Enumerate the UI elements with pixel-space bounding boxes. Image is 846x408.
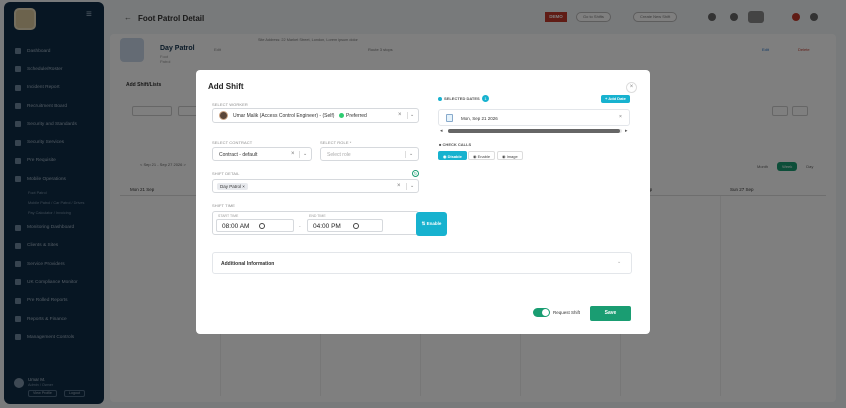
- check-calls-icon: ■: [439, 142, 442, 147]
- shift-time-label: SHIFT TIME: [212, 203, 236, 208]
- chevron-down-icon[interactable]: ⌄: [303, 151, 307, 157]
- clear-icon[interactable]: ×: [398, 112, 402, 118]
- start-time-value: 08:00 AM: [222, 223, 250, 230]
- close-icon[interactable]: ×: [626, 82, 637, 93]
- time-separator: -: [299, 224, 301, 230]
- calendar-dot-icon: [438, 97, 442, 101]
- chevron-down-icon[interactable]: ⌄: [410, 112, 414, 118]
- selected-date-value: Mon, Sep 21 2026: [461, 116, 498, 121]
- worker-select[interactable]: Umar Malik (Access Control Engineer) - (…: [212, 108, 419, 123]
- remove-date-icon[interactable]: ×: [619, 114, 622, 120]
- end-time-value: 04:00 PM: [313, 223, 341, 230]
- additional-info-title: Additional Information: [221, 261, 275, 267]
- role-placeholder: Select role: [327, 152, 351, 158]
- request-shift-label: Request Shift: [553, 310, 581, 315]
- enable-time-button[interactable]: ⇅ Enable: [416, 212, 447, 236]
- clock-icon[interactable]: [353, 223, 359, 229]
- clear-icon[interactable]: ×: [397, 183, 401, 189]
- chip-remove-icon[interactable]: ×: [242, 184, 245, 189]
- save-button[interactable]: Save: [590, 306, 631, 321]
- refresh-icon[interactable]: ↻: [412, 170, 419, 177]
- end-time-input[interactable]: 04:00 PM: [307, 219, 383, 232]
- add-shift-modal: Add Shift × SELECT WORKER Umar Malik (Ac…: [196, 70, 650, 334]
- shift-time-box: START TIME 08:00 AM - END TIME 04:00 PM: [212, 211, 419, 235]
- contract-label: SELECT CONTRACT: [212, 140, 253, 145]
- selected-dates-label: SELECTED DATES: [444, 96, 480, 101]
- worker-label: SELECT WORKER: [212, 102, 248, 107]
- check-calls-disable-option[interactable]: ◉ Disable: [438, 151, 467, 160]
- chevron-down-icon[interactable]: ⌄: [617, 259, 621, 265]
- clock-icon[interactable]: [259, 223, 265, 229]
- shift-detail-chip[interactable]: Day Patrol ×: [217, 183, 248, 190]
- clear-icon[interactable]: ×: [291, 151, 295, 157]
- additional-info-accordion[interactable]: Additional Information ⌄: [212, 252, 632, 274]
- avatar: [219, 111, 228, 120]
- check-calls-image-option[interactable]: ◉ Image: [497, 151, 523, 160]
- contract-select[interactable]: Contract - default × ⌄: [212, 147, 312, 161]
- start-time-input[interactable]: 08:00 AM: [216, 219, 294, 232]
- check-calls-label: ■ CHECK CALLS: [439, 142, 472, 147]
- add-date-button[interactable]: + Add Date: [601, 95, 630, 103]
- preferred-label: Preferred: [346, 113, 367, 119]
- preferred-status-icon: [339, 113, 344, 118]
- scroll-right-icon[interactable]: ▸: [625, 128, 628, 134]
- dates-count-badge: 1: [482, 95, 489, 102]
- role-label: SELECT ROLE *: [320, 140, 352, 145]
- start-time-label: START TIME: [218, 214, 239, 218]
- chevron-down-icon[interactable]: ⌄: [409, 151, 413, 157]
- request-shift-toggle[interactable]: [533, 308, 550, 317]
- shift-detail-select[interactable]: Day Patrol × × ⌄: [212, 179, 419, 193]
- scrollbar-thumb[interactable]: [448, 129, 620, 133]
- selected-date-item: Mon, Sep 21 2026 ×: [438, 109, 630, 126]
- contract-value: Contract - default: [219, 152, 258, 158]
- modal-title: Add Shift: [208, 82, 244, 91]
- end-time-label: END TIME: [309, 214, 326, 218]
- calendar-icon: [446, 114, 453, 122]
- worker-value: Umar Malik (Access Control Engineer) - (…: [233, 113, 335, 119]
- shift-detail-label: SHIFT DETAIL: [212, 171, 240, 176]
- check-calls-enable-option[interactable]: ◉ Enable: [468, 151, 496, 160]
- chevron-down-icon[interactable]: ⌄: [410, 183, 414, 189]
- scroll-left-icon[interactable]: ◂: [440, 128, 443, 134]
- role-select[interactable]: Select role ⌄: [320, 147, 419, 161]
